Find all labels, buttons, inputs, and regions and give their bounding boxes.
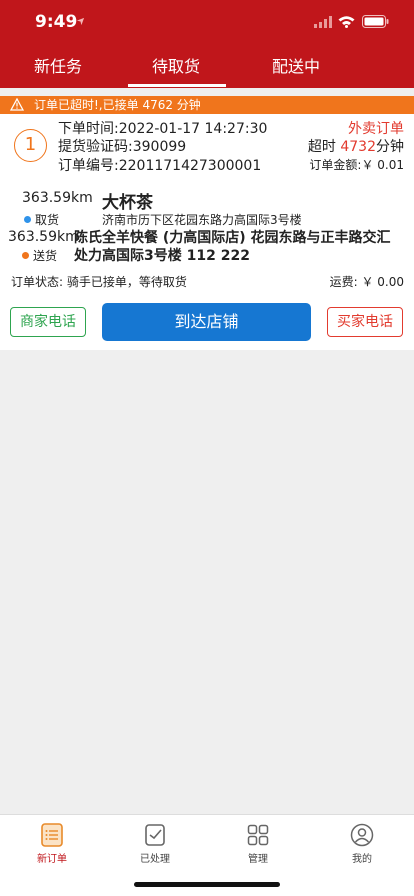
status-bar: 9:49 — [0, 0, 414, 48]
tab-awaiting-pickup[interactable]: 待取货 — [116, 48, 236, 88]
nav-manage-label: 管理 — [248, 854, 268, 865]
merchant-phone-button[interactable]: 商家电话 — [10, 307, 86, 337]
delivery-tag: 送货 — [22, 247, 57, 264]
pickup-code: 提货验证码:390099 — [58, 139, 187, 155]
order-type: 外卖订单 — [348, 121, 404, 137]
shop-name: 大杯茶 — [102, 193, 153, 213]
pickup-tag: 取货 — [24, 211, 59, 228]
profile-icon — [350, 823, 374, 847]
order-tabs: 新任务 待取货 配送中 — [0, 48, 414, 88]
home-indicator — [134, 882, 280, 887]
nav-new-orders-label: 新订单 — [37, 854, 67, 865]
alert-text: 订单已超时!,已接单 4762 分钟 — [34, 98, 201, 112]
customer-address: 陈氏全羊快餐 (力高国际店) 花园东路与正丰路交汇处力高国际3号楼 112 22… — [74, 230, 391, 264]
overtime-value: 4732 — [340, 139, 376, 155]
signal-icon — [314, 16, 332, 28]
wifi-icon — [338, 16, 355, 28]
top-bar: 9:49 新任务 待取货 配送中 — [0, 0, 414, 88]
nav-new-orders[interactable]: 新订单 — [12, 823, 92, 865]
delivery-label: 送货 — [33, 249, 58, 263]
tab-new-task[interactable]: 新任务 — [0, 48, 118, 88]
order-amount: 订单金额:￥ 0.01 — [309, 158, 404, 172]
buyer-phone-button[interactable]: 买家电话 — [327, 307, 403, 337]
location-arrow-icon — [76, 17, 85, 26]
order-status: 订单状态: 骑手已接单，等待取货 — [11, 275, 187, 289]
nav-processed-label: 已处理 — [140, 854, 170, 865]
overtime-prefix: 超时 — [307, 139, 336, 155]
customer-distance: 363.59km — [8, 229, 79, 245]
overtime-alert: 订单已超时!,已接单 4762 分钟 — [0, 96, 414, 114]
order-number: 订单编号:2201171427300001 — [58, 158, 262, 174]
new-orders-icon — [41, 823, 63, 847]
nav-processed[interactable]: 已处理 — [115, 823, 195, 865]
warning-icon — [10, 98, 24, 111]
nav-profile[interactable]: 我的 — [322, 823, 402, 865]
status-time: 9:49 — [35, 12, 78, 32]
order-card[interactable]: 1 下单时间:2022-01-17 14:27:30 提货验证码:390099 … — [0, 114, 414, 350]
pickup-label: 取货 — [35, 213, 60, 227]
tab-delivering[interactable]: 配送中 — [236, 48, 356, 88]
delivery-fee: 运费: ￥ 0.00 — [329, 275, 404, 289]
nav-profile-label: 我的 — [352, 854, 372, 865]
arrive-at-shop-button[interactable]: 到达店铺 — [102, 303, 311, 341]
overtime-info: 超时 4732分钟 — [308, 136, 404, 156]
shop-distance: 363.59km — [22, 190, 93, 206]
nav-manage[interactable]: 管理 — [218, 823, 298, 865]
shop-address: 济南市历下区花园东路力高国际3号楼 — [102, 213, 302, 227]
order-index-badge: 1 — [14, 129, 47, 162]
overtime-unit: 分钟 — [376, 139, 404, 155]
pickup-dot — [24, 216, 31, 223]
processed-icon — [145, 824, 165, 846]
manage-icon — [247, 824, 269, 846]
active-tab-indicator — [128, 84, 226, 87]
order-time: 下单时间:2022-01-17 14:27:30 — [58, 121, 268, 137]
delivery-dot — [22, 252, 29, 259]
battery-icon — [362, 15, 389, 28]
